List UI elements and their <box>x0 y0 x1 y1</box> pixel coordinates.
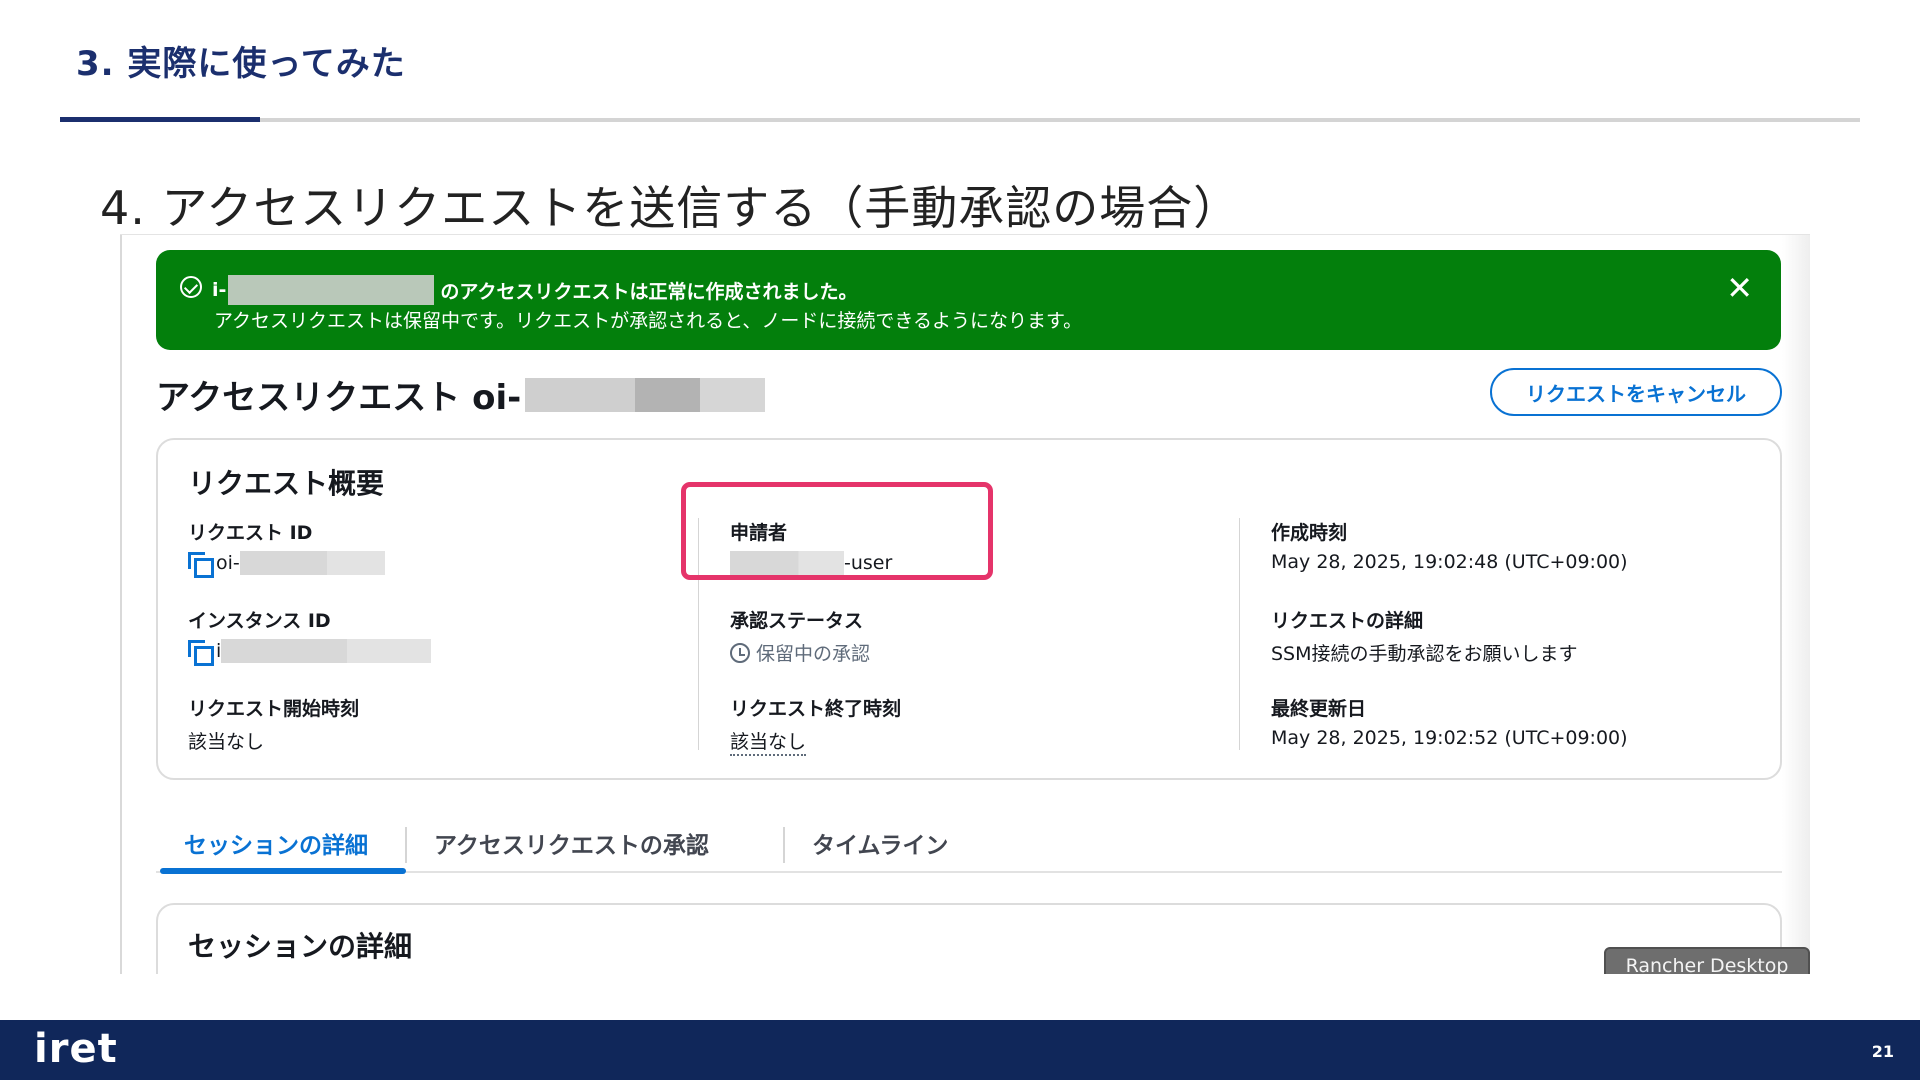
header-rule <box>60 118 1860 122</box>
field-approval-status: 承認ステータス 保留中の承認 <box>730 606 870 666</box>
field-last-updated: 最終更新日 May 28, 2025, 19:02:52 (UTC+09:00) <box>1271 694 1628 749</box>
iret-logo: iret <box>34 1026 118 1072</box>
redacted-request-id <box>525 377 766 412</box>
screenshot-edge-shadow <box>1782 235 1810 974</box>
session-title: セッションの詳細 <box>188 930 413 963</box>
page-title-text: アクセスリクエスト oi- <box>156 378 522 418</box>
slide-footer: iret 21 <box>0 1020 1920 1080</box>
flash-message-title: i- のアクセスリクエストは正常に作成されました。 <box>212 275 857 305</box>
tab-access-request-approval[interactable]: アクセスリクエストの承認 <box>406 815 737 871</box>
status-highlight-box <box>681 482 993 580</box>
field-label: リクエスト開始時刻 <box>188 698 360 720</box>
rancher-desktop-tooltip: Rancher Desktop <box>1604 947 1810 974</box>
field-created-time: 作成時刻 May 28, 2025, 19:02:48 (UTC+09:00) <box>1271 518 1628 573</box>
session-details-panel: セッションの詳細 <box>156 903 1782 974</box>
tab-session-details[interactable]: セッションの詳細 <box>156 815 396 871</box>
active-tab-indicator <box>160 868 406 874</box>
field-value: May 28, 2025, 19:02:52 (UTC+09:00) <box>1271 727 1628 749</box>
field-value: oi- <box>188 551 385 578</box>
detail-tabs: セッションの詳細 アクセスリクエストの承認 タイムライン <box>156 815 1782 874</box>
column-divider <box>1239 518 1240 750</box>
field-label: リクエストの詳細 <box>1271 610 1424 632</box>
field-label: リクエスト ID <box>188 522 313 544</box>
success-flashbar: i- のアクセスリクエストは正常に作成されました。 アクセスリクエストは保留中で… <box>156 250 1781 350</box>
field-end-time: リクエスト終了時刻 該当なし <box>730 694 901 756</box>
field-label: 承認ステータス <box>730 610 864 632</box>
redacted-instance-id <box>228 275 435 305</box>
field-request-id: リクエスト ID oi- <box>188 518 385 578</box>
field-label: 最終更新日 <box>1271 698 1367 720</box>
console-screenshot: i- のアクセスリクエストは正常に作成されました。 アクセスリクエストは保留中で… <box>120 234 1810 974</box>
close-icon[interactable]: ✕ <box>1726 272 1753 304</box>
slide-section-title: 3. 実際に使ってみた <box>76 44 406 84</box>
field-value: 保留中の承認 <box>730 639 870 666</box>
field-label: インスタンス ID <box>188 610 331 632</box>
copy-icon[interactable] <box>188 552 214 578</box>
end-time-value: 該当なし <box>730 727 807 756</box>
flash-instance-prefix: i- <box>212 279 227 301</box>
field-label: 作成時刻 <box>1271 522 1348 544</box>
field-label: リクエスト終了時刻 <box>730 698 902 720</box>
redacted-instance-id <box>221 639 432 663</box>
tab-timeline[interactable]: タイムライン <box>784 815 976 871</box>
status-text: 保留中の承認 <box>756 643 871 665</box>
summary-title: リクエスト概要 <box>188 467 385 500</box>
field-value: May 28, 2025, 19:02:48 (UTC+09:00) <box>1271 551 1628 573</box>
field-value[interactable]: 該当なし <box>730 727 901 756</box>
page-number: 21 <box>1871 1042 1894 1061</box>
request-id-prefix: oi- <box>216 552 240 574</box>
field-value: i <box>188 639 432 666</box>
cancel-request-button[interactable]: リクエストをキャンセル <box>1490 368 1782 416</box>
flash-title-text: のアクセスリクエストは正常に作成されました。 <box>440 280 858 303</box>
field-request-details: リクエストの詳細 SSM接続の手動承認をお願いします <box>1271 606 1578 666</box>
copy-icon[interactable] <box>188 640 214 666</box>
header-rule-accent <box>60 117 260 122</box>
redacted-request-id <box>239 551 385 575</box>
screenshot-left-border <box>120 235 122 974</box>
flash-message-body: アクセスリクエストは保留中です。リクエストが承認されると、ノードに接続できるよう… <box>214 310 1083 332</box>
field-instance-id: インスタンス ID i <box>188 606 432 666</box>
page-title: アクセスリクエスト oi- <box>156 370 766 419</box>
field-start-time: リクエスト開始時刻 該当なし <box>188 694 359 754</box>
success-check-icon <box>180 276 202 298</box>
field-value: SSM接続の手動承認をお願いします <box>1271 643 1578 665</box>
slide-heading: 4. アクセスリクエストを送信する（手動承認の場合） <box>100 181 1241 235</box>
field-value: 該当なし <box>188 731 265 753</box>
clock-icon <box>730 642 750 663</box>
